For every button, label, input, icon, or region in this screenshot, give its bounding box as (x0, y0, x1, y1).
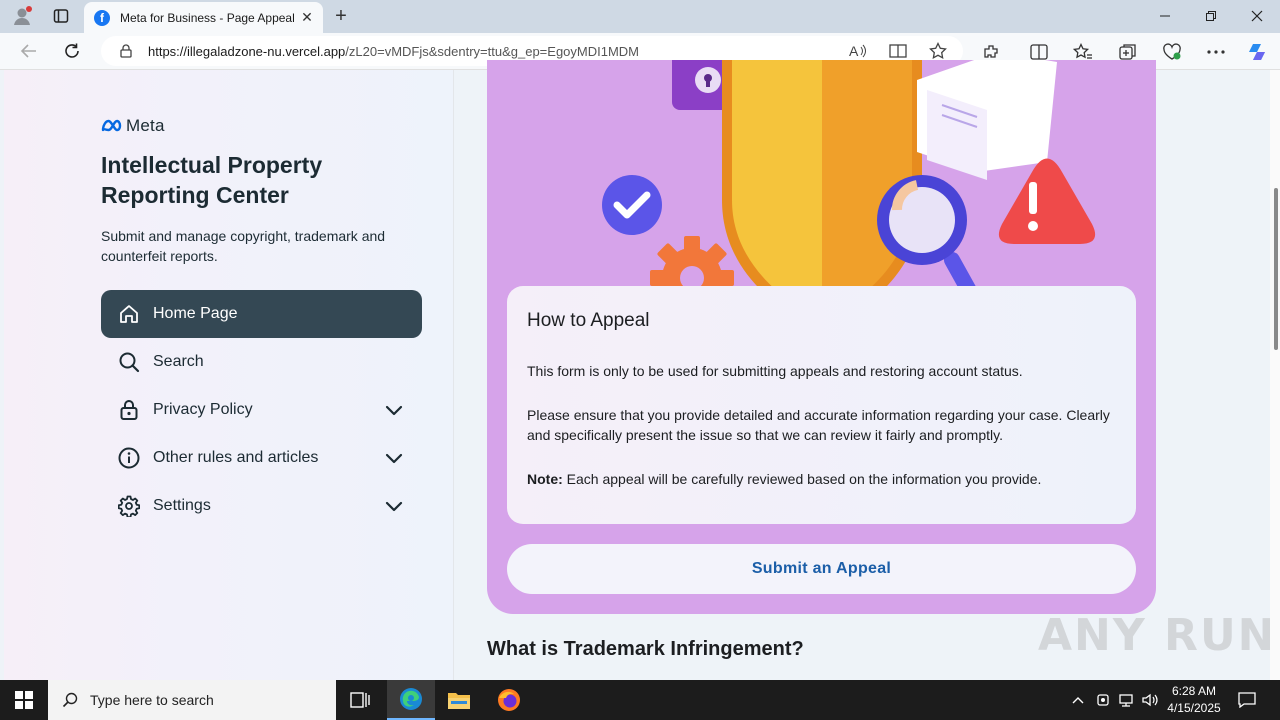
chevron-up-icon[interactable] (1068, 690, 1088, 710)
nav-item-privacy-policy[interactable]: Privacy Policy (101, 386, 422, 434)
nav-item-settings[interactable]: Settings (101, 482, 422, 530)
browser-tab-active[interactable]: f Meta for Business - Page Appeal ✕ (84, 2, 323, 33)
sidebar-description: Submit and manage copyright, trademark a… (101, 228, 386, 264)
favorite-star-icon[interactable] (928, 41, 948, 61)
chevron-down-icon[interactable] (384, 496, 404, 516)
volume-icon[interactable] (1140, 690, 1160, 710)
copilot-icon[interactable] (1246, 40, 1270, 64)
warning-illustration-icon (998, 158, 1096, 244)
how-to-appeal-card: How to Appeal This form is only to be us… (507, 286, 1136, 524)
tab-close-icon[interactable]: ✕ (299, 9, 315, 25)
facebook-favicon-icon: f (94, 9, 110, 26)
meta-logo[interactable]: Meta (101, 116, 165, 136)
scrollbar-thumb[interactable] (1274, 188, 1278, 350)
home-icon (118, 303, 140, 325)
sidebar: Meta Intellectual Property Reporting Cen… (4, 70, 454, 680)
windows-taskbar: Type here to search 6:28 AM 4/15/2025 (0, 680, 1280, 720)
read-aloud-icon[interactable]: A (848, 41, 868, 61)
info-icon (118, 447, 140, 469)
nav-label-privacy-policy: Privacy Policy (153, 401, 253, 418)
search-icon (118, 351, 140, 373)
url-text[interactable]: https://illegaladzone-nu.vercel.app/zL20… (148, 44, 639, 59)
edge-taskbar-icon[interactable] (387, 680, 435, 720)
tab-actions-icon[interactable] (48, 5, 74, 27)
minimize-icon[interactable] (1142, 0, 1188, 32)
note-text: Each appeal will be carefully reviewed b… (562, 471, 1042, 487)
network-icon[interactable] (1116, 690, 1136, 710)
card-heading: How to Appeal (527, 310, 650, 331)
trademark-section-heading: What is Trademark Infringement? (487, 638, 804, 660)
nav-label-other-rules: Other rules and articles (153, 449, 319, 466)
meta-logo-text: Meta (126, 116, 165, 135)
book-illustration-icon (917, 60, 1057, 180)
extensions-icon[interactable] (981, 42, 1001, 62)
meet-now-icon[interactable] (1093, 690, 1113, 710)
page-scrollbar[interactable] (1270, 70, 1280, 680)
nav-label-settings: Settings (153, 497, 211, 514)
clock-time: 6:28 AM (1171, 684, 1217, 698)
firefox-icon[interactable] (485, 680, 533, 720)
taskbar-search-placeholder: Type here to search (90, 692, 214, 708)
taskbar-clock[interactable]: 6:28 AM 4/15/2025 (1164, 683, 1224, 717)
clock-date: 4/15/2025 (1167, 701, 1221, 715)
taskbar-search-box[interactable]: Type here to search (48, 680, 336, 720)
close-window-icon[interactable] (1234, 0, 1280, 32)
browser-essentials-icon[interactable] (1162, 42, 1182, 62)
task-view-icon[interactable] (336, 680, 384, 720)
refresh-icon[interactable] (59, 39, 85, 63)
svg-text:A: A (849, 43, 859, 59)
more-menu-icon[interactable] (1206, 42, 1226, 62)
chevron-down-icon[interactable] (384, 400, 404, 420)
anyrun-watermark: ANY RUN (1038, 610, 1277, 661)
nav-label-search: Search (153, 353, 204, 370)
new-tab-icon[interactable]: + (330, 5, 352, 27)
restore-icon[interactable] (1188, 0, 1234, 32)
nav-item-other-rules[interactable]: Other rules and articles (101, 434, 422, 482)
submit-appeal-button[interactable]: Submit an Appeal (507, 544, 1136, 594)
nav-item-home[interactable]: Home Page (101, 290, 422, 338)
sidebar-title: Intellectual Property Reporting Center (101, 152, 323, 208)
immersive-reader-icon[interactable] (888, 41, 908, 61)
back-arrow-icon[interactable] (16, 39, 42, 63)
card-paragraph-2: Please ensure that you provide detailed … (527, 407, 1110, 443)
card-note: Note: Each appeal will be carefully revi… (527, 469, 1117, 489)
lock-icon (118, 399, 140, 421)
browser-tab-bar: f Meta for Business - Page Appeal ✕ + (0, 0, 1280, 33)
search-icon (62, 692, 78, 708)
nav-item-search[interactable]: Search (101, 338, 422, 386)
tab-title: Meta for Business - Page Appeal (120, 10, 295, 25)
card-paragraph-1: This form is only to be used for submitt… (527, 363, 1023, 379)
file-explorer-icon[interactable] (435, 680, 483, 720)
chevron-down-icon[interactable] (384, 448, 404, 468)
collections-icon[interactable] (1118, 42, 1138, 62)
windows-start-icon[interactable] (0, 680, 48, 720)
page-content: Meta Intellectual Property Reporting Cen… (0, 60, 1280, 680)
note-label: Note: (527, 471, 563, 487)
lock-icon[interactable] (119, 44, 133, 63)
profile-icon[interactable] (8, 5, 36, 27)
split-screen-icon[interactable] (1029, 42, 1049, 62)
notifications-icon[interactable] (1237, 690, 1257, 710)
gear-icon (118, 495, 140, 517)
nav-label-home: Home Page (153, 305, 238, 322)
check-circle-illustration-icon (602, 175, 662, 235)
meta-infinity-icon (101, 119, 122, 132)
favorites-icon[interactable] (1073, 42, 1093, 62)
